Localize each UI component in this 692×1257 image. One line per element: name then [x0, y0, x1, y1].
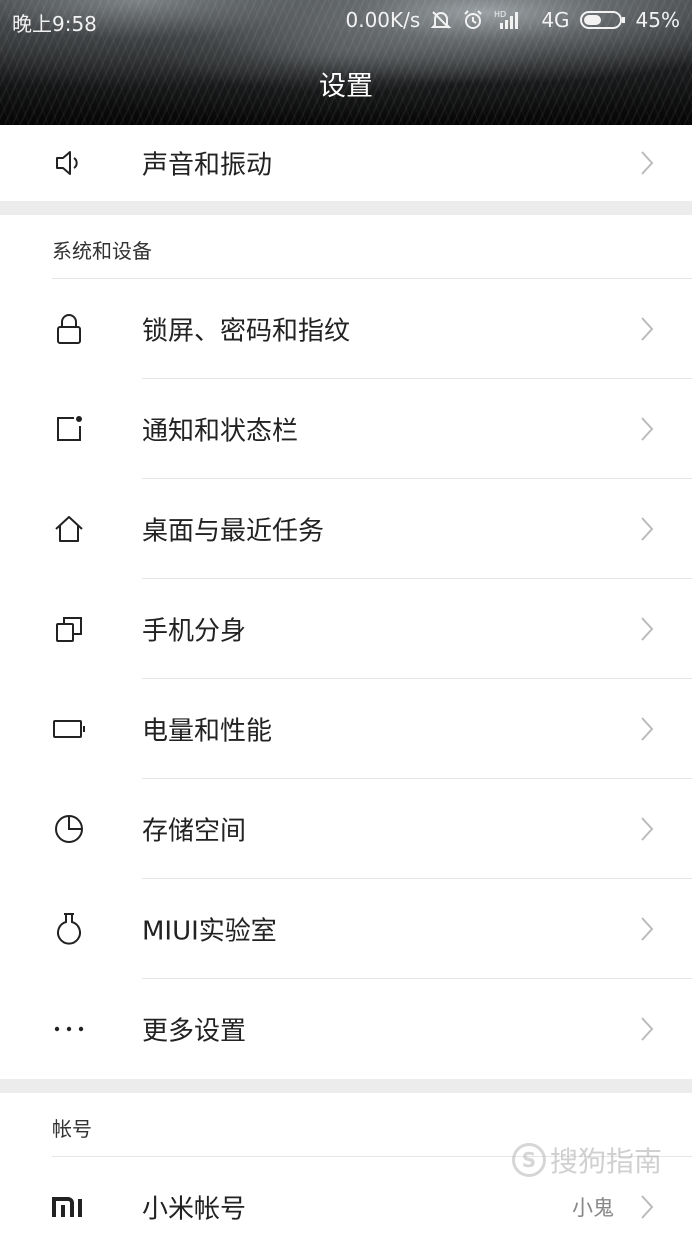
section-gap [0, 1079, 692, 1093]
section-title: 系统和设备 [52, 239, 152, 263]
home-icon [52, 512, 86, 546]
chevron-right-icon [641, 1195, 654, 1219]
settings-row-lab[interactable]: MIUI实验室 [0, 879, 692, 979]
settings-row-more[interactable]: 更多设置 [0, 979, 692, 1079]
battery-icon [579, 9, 626, 31]
chevron-right-icon [641, 817, 654, 841]
page-title: 设置 [319, 71, 373, 102]
watermark-text: 搜狗指南 [550, 1145, 663, 1178]
section-title: 帐号 [52, 1117, 92, 1141]
more-dots-icon [52, 1012, 86, 1046]
settings-row-label: 小米帐号 [142, 1194, 247, 1225]
storage-pie-icon [52, 812, 86, 846]
network-type: 4G [541, 8, 570, 32]
section-gap [0, 201, 692, 215]
settings-row-home[interactable]: 桌面与最近任务 [0, 479, 692, 579]
chevron-right-icon [641, 517, 654, 541]
settings-row-label: 通知和状态栏 [142, 416, 299, 447]
settings-row-label: 锁屏、密码和指纹 [142, 316, 351, 347]
chevron-right-icon [641, 617, 654, 641]
chevron-right-icon [641, 917, 654, 941]
settings-row-label: 存储空间 [142, 816, 247, 847]
watermark: S 搜狗指南 [512, 1140, 662, 1180]
mute-notification-icon [430, 9, 452, 31]
dual-space-icon [52, 612, 86, 646]
status-time: 晚上9:58 [12, 12, 97, 36]
net-speed: 0.00K/s [345, 8, 421, 32]
chevron-right-icon [641, 717, 654, 741]
account-name: 小鬼 [572, 1196, 614, 1220]
svg-text:HD: HD [494, 10, 506, 19]
settings-row-lockscreen[interactable]: 锁屏、密码和指纹 [0, 279, 692, 379]
chevron-right-icon [641, 1017, 654, 1041]
speaker-icon [52, 146, 86, 180]
notification-icon [52, 412, 86, 446]
mi-logo-icon [52, 1190, 86, 1224]
settings-row-label: 声音和振动 [142, 150, 273, 181]
battery-icon [52, 712, 86, 746]
lock-icon [52, 312, 86, 346]
settings-row-label: 手机分身 [142, 616, 247, 647]
signal-divider [530, 10, 532, 30]
settings-row-dual-space[interactable]: 手机分身 [0, 579, 692, 679]
settings-row-battery[interactable]: 电量和性能 [0, 679, 692, 779]
settings-row-sound[interactable]: 声音和振动 [0, 125, 692, 201]
chevron-right-icon [641, 417, 654, 441]
lab-flask-icon [52, 912, 86, 946]
chevron-right-icon [641, 317, 654, 341]
settings-row-label: MIUI实验室 [142, 916, 277, 947]
section-header-system: 系统和设备 [0, 215, 692, 279]
settings-row-notifications[interactable]: 通知和状态栏 [0, 379, 692, 479]
chevron-right-icon [641, 151, 654, 175]
alarm-icon [462, 9, 484, 31]
settings-row-storage[interactable]: 存储空间 [0, 779, 692, 879]
settings-list: 声音和振动 系统和设备 锁屏、密码和指纹 通知和状态栏 桌面与最近任务 手机分身… [0, 125, 692, 1257]
hd-signal-icon: HD [494, 9, 520, 31]
settings-row-label: 更多设置 [142, 1016, 247, 1047]
watermark-logo-icon: S [512, 1143, 546, 1177]
status-bar: 晚上9:58 0.00K/s HD 4G 45% [0, 0, 692, 40]
battery-percent: 45% [635, 8, 680, 32]
settings-row-label: 桌面与最近任务 [142, 516, 325, 547]
status-indicators: 0.00K/s HD 4G 45% [346, 8, 681, 32]
settings-row-label: 电量和性能 [142, 716, 273, 747]
